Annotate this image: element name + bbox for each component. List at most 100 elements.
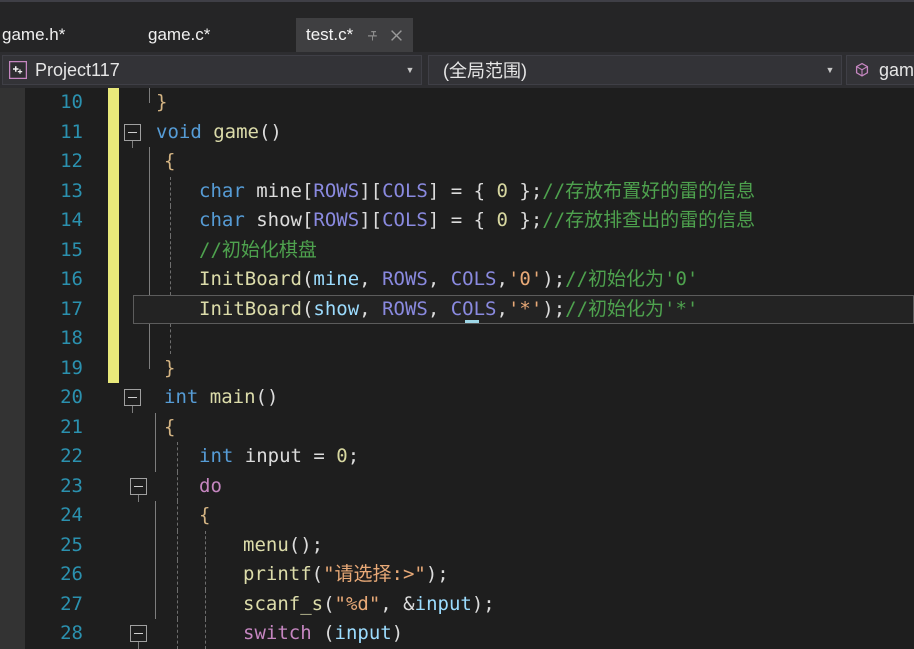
code-token: input	[244, 445, 302, 467]
structure-guide-line	[155, 560, 156, 590]
project-selector-label: Project117	[35, 59, 120, 80]
code-line[interactable]: 25 menu();	[25, 530, 914, 560]
line-number: 11	[60, 120, 83, 143]
code-token: ,	[427, 297, 451, 320]
code-token: 0	[496, 179, 508, 202]
code-line[interactable]: 10}	[25, 88, 914, 118]
line-number: 27	[60, 592, 83, 615]
structure-guide-line	[177, 530, 178, 560]
collapse-toggle-button[interactable]	[124, 389, 141, 406]
code-token: int	[164, 386, 210, 408]
code-text: InitBoard(mine, ROWS, COLS,'0');//初始化为'0…	[199, 265, 698, 295]
code-token: //初始化为'*'	[565, 297, 699, 320]
code-token: );	[425, 563, 449, 585]
structure-guide-line	[177, 560, 178, 590]
chevron-down-icon[interactable]: ▼	[399, 65, 421, 75]
structure-guide-line	[205, 589, 206, 619]
code-token: ][	[359, 179, 383, 202]
code-line[interactable]: 21 {	[25, 412, 914, 442]
code-token: ;	[347, 445, 360, 467]
code-token: ,	[496, 268, 508, 290]
structure-guide-line	[149, 147, 150, 177]
collapse-toggle-button[interactable]	[124, 123, 141, 141]
code-line[interactable]: 26 printf("请选择:>");	[25, 560, 914, 590]
structure-guide-line	[170, 265, 171, 295]
code-line[interactable]: 23 do	[25, 471, 914, 502]
change-indicator-bar	[108, 265, 119, 295]
code-token: InitBoard	[199, 268, 302, 290]
collapse-toggle-button[interactable]	[130, 477, 147, 495]
code-line[interactable]: 18	[25, 324, 914, 354]
code-token: show	[313, 297, 360, 320]
code-line[interactable]: 20 int main()	[25, 383, 914, 413]
code-line[interactable]: 28 switch (input)	[25, 619, 914, 649]
code-token: printf	[243, 563, 312, 585]
change-indicator-bar	[108, 147, 119, 177]
tab-label: test.c*	[306, 25, 354, 44]
code-token: '0'	[507, 268, 543, 290]
selection-margin[interactable]	[0, 88, 25, 649]
code-text: }	[164, 354, 175, 384]
code-token: input	[334, 622, 392, 644]
structure-guide-line	[205, 619, 206, 649]
line-number: 25	[60, 533, 83, 556]
code-token: //初始化为'0'	[565, 268, 699, 290]
structure-guide-line	[170, 206, 171, 236]
code-token: show	[256, 209, 302, 231]
tab-game-h[interactable]: game.h*	[2, 18, 65, 52]
code-line[interactable]: 19}	[25, 353, 914, 384]
structure-guide-line	[149, 88, 150, 103]
code-line[interactable]: 14 char show[ROWS][COLS] = { 0 };//存放排查出的…	[25, 206, 914, 236]
line-number: 26	[60, 563, 83, 585]
tab-test-c[interactable]: test.c*	[296, 18, 414, 52]
line-number: 10	[60, 91, 83, 113]
code-token: (	[323, 592, 335, 615]
line-number: 22	[60, 445, 83, 467]
code-text: InitBoard(show, ROWS, COLS,'*');//初始化为'*…	[199, 295, 698, 325]
code-line[interactable]: 22 int input = 0;	[25, 442, 914, 472]
code-line[interactable]: 13 char mine[ROWS][COLS] = { 0 };//存放布置好的…	[25, 176, 914, 206]
structure-guide-line	[177, 589, 178, 619]
structure-guide-line	[205, 560, 206, 590]
code-token: COLS	[450, 268, 497, 290]
editor-tab-strip: game.h* game.c* test.c*	[0, 0, 914, 52]
code-token: ,	[427, 268, 451, 290]
code-token: ] = {	[427, 179, 497, 202]
code-line[interactable]: 15 //初始化棋盘	[25, 235, 914, 265]
code-token: {	[164, 415, 176, 438]
code-line[interactable]: 24 {	[25, 501, 914, 531]
code-editor[interactable]: 10} 11 void game() 12{13 char mine[ROWS][COL…	[0, 88, 914, 649]
code-token: void	[156, 120, 214, 143]
code-line[interactable]: 27 scanf_s("%d", &input);	[25, 589, 914, 619]
member-selector-dropdown[interactable]: gam	[846, 55, 914, 85]
code-token: ();	[288, 533, 324, 556]
code-line[interactable]: 16 InitBoard(mine, ROWS, COLS,'0');//初始化为…	[25, 265, 914, 295]
structure-guide-line	[177, 619, 178, 649]
collapse-toggle-button[interactable]	[130, 625, 147, 642]
code-token: ,	[496, 297, 508, 320]
code-token: mine	[313, 268, 360, 290]
tab-game-c[interactable]: game.c*	[148, 18, 210, 52]
scope-selector-dropdown[interactable]: (全局范围) ▼	[428, 55, 842, 85]
scope-selector-label: (全局范围)	[443, 61, 527, 81]
code-text-area[interactable]: 10} 11 void game() 12{13 char mine[ROWS][COL…	[25, 88, 914, 649]
change-indicator-bar	[108, 117, 119, 147]
code-line[interactable]: 12 {	[25, 147, 914, 177]
line-number: 24	[60, 504, 83, 526]
structure-guide-line	[149, 324, 150, 354]
window-top-divider	[0, 0, 914, 2]
close-icon[interactable]	[385, 24, 407, 46]
pin-icon[interactable]	[361, 24, 383, 46]
code-token: //初始化棋盘	[199, 238, 317, 261]
line-number: 15	[60, 238, 83, 261]
project-selector-dropdown[interactable]: Project117 ▼	[2, 55, 422, 85]
code-token: scanf_s	[243, 592, 324, 615]
line-number: 19	[60, 356, 83, 379]
code-line[interactable]: 17 InitBoard(show, ROWS, COLS,'*');//初始化为…	[25, 294, 914, 325]
code-text: printf("请选择:>");	[243, 560, 449, 590]
code-token: char	[199, 179, 257, 202]
code-token: (	[301, 268, 314, 290]
code-line[interactable]: 11 void game()	[25, 117, 914, 148]
structure-guide-line	[149, 206, 150, 236]
chevron-down-icon[interactable]: ▼	[819, 65, 841, 75]
